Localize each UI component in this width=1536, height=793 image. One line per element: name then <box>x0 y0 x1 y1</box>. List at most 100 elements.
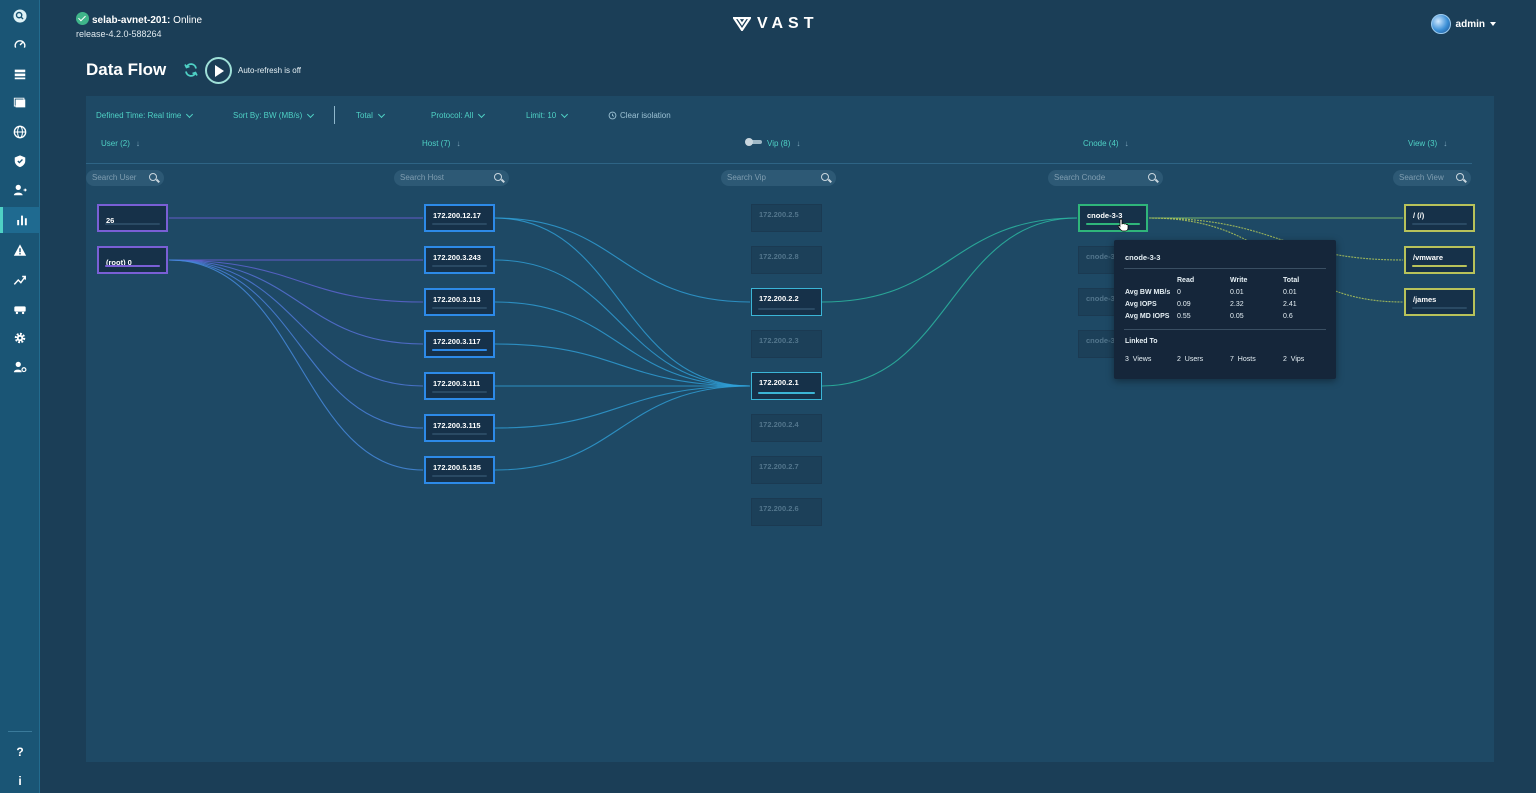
vip-node[interactable]: 172.200.2.7 <box>751 456 822 484</box>
linked-hosts: 7 Hosts <box>1230 356 1256 363</box>
vip-node-label: 172.200.2.4 <box>759 420 799 429</box>
bandwidth-bar <box>758 391 815 394</box>
bandwidth-bar-fill <box>758 391 815 394</box>
vip-node-label: 172.200.2.2 <box>759 294 799 303</box>
user-host-link <box>168 259 424 345</box>
host-vip-link <box>494 217 751 303</box>
bandwidth-bar-fill <box>105 264 160 267</box>
linked-count: 2 <box>1283 356 1287 363</box>
view-node[interactable]: / (/) <box>1404 204 1475 232</box>
vip-node-label: 172.200.2.1 <box>759 378 799 387</box>
host-node-label: 172.200.3.111 <box>433 379 481 388</box>
bandwidth-bar <box>1412 222 1467 225</box>
vip-node-label: 172.200.2.3 <box>759 336 799 345</box>
vip-node-label: 172.200.2.7 <box>759 462 799 471</box>
tooltip-divider <box>1124 268 1326 269</box>
tooltip-divider <box>1124 329 1326 330</box>
user-host-link <box>168 259 424 429</box>
linked-count: 2 <box>1177 356 1181 363</box>
view-node-label: / (/) <box>1413 211 1425 220</box>
user-host-link <box>168 259 424 387</box>
bandwidth-bar <box>432 432 487 435</box>
bandwidth-bar <box>1412 264 1467 267</box>
host-node-label: 172.200.12.17 <box>433 211 481 220</box>
vip-node[interactable]: 172.200.2.2 <box>751 288 822 316</box>
vip-node[interactable]: 172.200.2.3 <box>751 330 822 358</box>
tooltip-header-write: Write <box>1230 277 1248 284</box>
host-vip-link <box>494 343 751 387</box>
bandwidth-bar-fill <box>432 348 487 351</box>
host-node[interactable]: 172.200.3.115 <box>424 414 495 442</box>
host-node[interactable]: 172.200.3.111 <box>424 372 495 400</box>
tooltip-value: 2.41 <box>1283 301 1297 308</box>
tooltip-row-label: Avg BW MB/s <box>1125 289 1171 296</box>
user-host-link <box>168 259 424 471</box>
host-node-label: 172.200.3.243 <box>433 253 481 262</box>
tooltip-header-read: Read <box>1177 277 1195 284</box>
bandwidth-bar <box>432 222 487 225</box>
tooltip-value: 0.6 <box>1283 313 1293 320</box>
vip-node-label: 172.200.2.5 <box>759 210 799 219</box>
view-node[interactable]: /vmware <box>1404 246 1475 274</box>
vip-node[interactable]: 172.200.2.5 <box>751 204 822 232</box>
tooltip-value: 2.32 <box>1230 301 1244 308</box>
host-node-label: 172.200.3.117 <box>433 337 481 346</box>
bandwidth-bar <box>432 474 487 477</box>
bandwidth-bar <box>1412 306 1467 309</box>
tooltip-value: 0.55 <box>1177 313 1191 320</box>
vip-node[interactable]: 172.200.2.4 <box>751 414 822 442</box>
linked-label: Views <box>1132 356 1152 363</box>
linked-count: 7 <box>1230 356 1234 363</box>
cnode-tooltip: cnode-3-3 Read Write Total Avg BW MB/s 0… <box>1114 240 1336 379</box>
host-node[interactable]: 172.200.3.113 <box>424 288 495 316</box>
tooltip-value: 0.01 <box>1230 289 1244 296</box>
user-node[interactable]: 26 <box>97 204 168 232</box>
host-node[interactable]: 172.200.5.135 <box>424 456 495 484</box>
host-vip-link <box>494 385 751 429</box>
bandwidth-bar <box>432 306 487 309</box>
host-vip-link <box>494 259 751 387</box>
tooltip-row-label: Avg MD IOPS <box>1125 313 1170 320</box>
bandwidth-bar-fill <box>1412 264 1467 267</box>
user-node[interactable]: (root) 0 <box>97 246 168 274</box>
bandwidth-bar <box>105 222 160 225</box>
tooltip-header-total: Total <box>1283 277 1300 284</box>
vip-node-label: 172.200.2.8 <box>759 252 799 261</box>
host-node[interactable]: 172.200.12.17 <box>424 204 495 232</box>
linked-label: Hosts <box>1237 356 1256 363</box>
vip-cnode-link <box>821 217 1078 303</box>
cnode-node-label: cnode-3 <box>1086 294 1115 303</box>
linked-users: 2 Users <box>1177 356 1203 363</box>
host-vip-link <box>494 217 751 387</box>
linked-label: Users <box>1184 356 1204 363</box>
tooltip-title: cnode-3-3 <box>1125 253 1161 262</box>
vip-node[interactable]: 172.200.2.8 <box>751 246 822 274</box>
linked-label: Vips <box>1290 356 1305 363</box>
vip-cnode-link <box>821 217 1078 387</box>
cnode-node-label: cnode-3 <box>1086 336 1115 345</box>
host-node-label: 172.200.3.115 <box>433 421 481 430</box>
linked-to-title: Linked To <box>1125 338 1158 345</box>
bandwidth-bar <box>105 264 160 267</box>
bandwidth-bar <box>758 307 815 310</box>
tooltip-value: 0.09 <box>1177 301 1191 308</box>
host-node-label: 172.200.5.135 <box>433 463 481 472</box>
bandwidth-bar <box>432 348 487 351</box>
host-vip-link <box>494 385 751 471</box>
vip-node[interactable]: 172.200.2.6 <box>751 498 822 526</box>
vip-node-label: 172.200.2.6 <box>759 504 799 513</box>
view-node[interactable]: /james <box>1404 288 1475 316</box>
host-node[interactable]: 172.200.3.117 <box>424 330 495 358</box>
tooltip-value: 0.01 <box>1283 289 1297 296</box>
bandwidth-bar <box>1086 222 1140 225</box>
linked-vips: 2 Vips <box>1283 356 1304 363</box>
bandwidth-bar-fill <box>1086 222 1140 225</box>
view-node-label: /james <box>1413 295 1437 304</box>
bandwidth-bar <box>432 264 487 267</box>
cnode-node-label: cnode-3 <box>1086 252 1115 261</box>
cnode-node[interactable]: cnode-3-3 <box>1078 204 1148 232</box>
view-node-label: /vmware <box>1413 253 1444 262</box>
tooltip-value: 0.05 <box>1230 313 1244 320</box>
vip-node[interactable]: 172.200.2.1 <box>751 372 822 400</box>
host-node[interactable]: 172.200.3.243 <box>424 246 495 274</box>
